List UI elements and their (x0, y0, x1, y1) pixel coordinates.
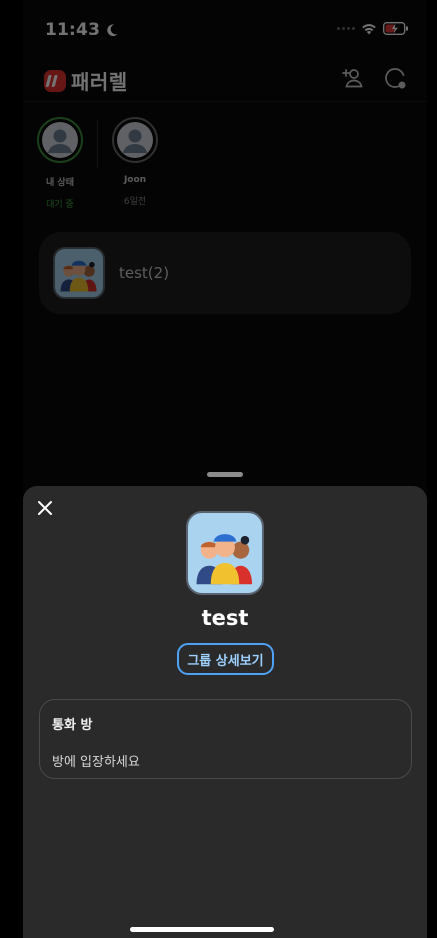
phone-screen: 11:43 패러렐 내 상태 대기 중 Joon 6일전 test(2) tes… (23, 0, 427, 938)
cellular-icon (337, 27, 355, 30)
avatar (117, 122, 153, 158)
person-name: 내 상태 (46, 178, 74, 188)
default-avatar-icon (123, 129, 147, 153)
brand-logo-icon (44, 69, 66, 92)
person-name: Joon (123, 175, 147, 185)
header-actions (341, 66, 407, 90)
status-time: 11:43 (45, 20, 119, 40)
app-header: 패러렐 (23, 58, 427, 102)
person-last-seen: 6일전 (123, 197, 147, 207)
home-indicator (130, 927, 274, 932)
app-name: 패러렐 (71, 70, 128, 94)
default-avatar-icon (48, 129, 72, 153)
status-bar: 11:43 (23, 0, 427, 58)
person-joon[interactable]: Joon 6일전 (110, 117, 160, 207)
sheet-grabber[interactable] (207, 472, 243, 477)
people-divider (97, 120, 98, 168)
status-settings-icon[interactable] (383, 66, 407, 90)
avatar-ring (112, 117, 158, 163)
group-title: test (201, 606, 249, 630)
people-list: 내 상태 대기 중 Joon 6일전 (35, 117, 160, 210)
group-thumbnail (53, 247, 105, 299)
call-room-title: 통화 방 (52, 718, 93, 733)
avatar (42, 122, 78, 158)
group-name: test(2) (119, 264, 170, 282)
close-icon (38, 501, 52, 515)
person-me[interactable]: 내 상태 대기 중 (35, 117, 85, 210)
add-friend-icon[interactable] (341, 66, 365, 90)
wifi-icon (362, 23, 376, 34)
group-people-icon (60, 260, 97, 292)
group-bottom-sheet: test 그룹 상세보기 통화 방 방에 입장하세요 (23, 486, 427, 938)
call-room-card[interactable]: 통화 방 방에 입장하세요 (39, 699, 412, 779)
app-logo: 패러렐 (43, 66, 128, 95)
group-detail-button[interactable]: 그룹 상세보기 (177, 643, 274, 675)
avatar-ring-active (37, 117, 83, 163)
battery-charging-icon (383, 22, 408, 35)
group-people-icon (196, 534, 253, 585)
group-image (186, 511, 264, 595)
call-room-description: 방에 입장하세요 (52, 755, 140, 770)
time-label: 11:43 (45, 20, 101, 40)
person-status: 대기 중 (46, 200, 74, 210)
moon-icon (107, 24, 118, 37)
status-icons (337, 22, 409, 35)
close-button[interactable] (35, 498, 55, 518)
group-list-item[interactable]: test(2) (39, 232, 411, 314)
